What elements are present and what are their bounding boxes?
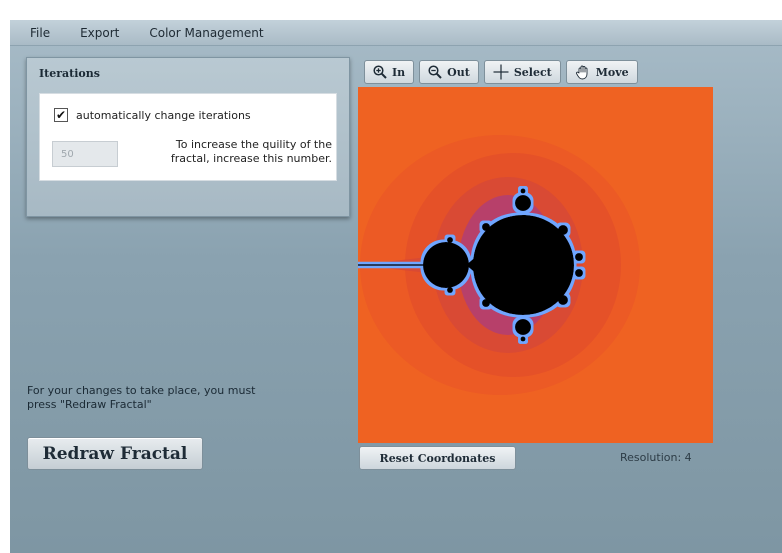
- fractal-app: File Export Color Management Iterations …: [10, 20, 782, 553]
- select-button[interactable]: Select: [483, 60, 561, 84]
- select-label: Select: [513, 65, 552, 79]
- reset-coordinates-button[interactable]: Reset Coordonates: [359, 446, 516, 470]
- redraw-note-line2: press "Redraw Fractal": [27, 398, 152, 411]
- iterations-input[interactable]: [52, 141, 118, 167]
- zoom-in-icon: [373, 65, 387, 79]
- redraw-note-line1: For your changes to take place, you must: [27, 384, 256, 397]
- menu-file[interactable]: File: [30, 26, 50, 40]
- iterations-help-line1: To increase the quility of the: [175, 138, 332, 151]
- auto-iterations-label: automatically change iterations: [76, 108, 251, 122]
- zoom-out-label: Out: [447, 65, 470, 79]
- crosshair-icon: [493, 64, 509, 80]
- menu-color-management[interactable]: Color Management: [149, 26, 263, 40]
- iterations-help-line2: fractal, increase this number.: [170, 152, 332, 165]
- iterations-help: To increase the quility of the fractal, …: [126, 138, 332, 166]
- iterations-inner: ✔ automatically change iterations To inc…: [39, 93, 337, 181]
- canvas-toolbar: In Out Select Move: [364, 60, 638, 84]
- menu-export[interactable]: Export: [80, 26, 119, 40]
- checkmark-icon: ✔: [55, 108, 67, 122]
- iterations-panel: Iterations ✔ automatically change iterat…: [26, 57, 350, 217]
- move-button[interactable]: Move: [565, 60, 638, 84]
- zoom-in-label: In: [392, 65, 406, 79]
- move-label: Move: [595, 65, 629, 79]
- zoom-out-icon: [428, 65, 442, 79]
- redraw-fractal-button[interactable]: Redraw Fractal: [27, 437, 203, 470]
- zoom-out-button[interactable]: Out: [419, 60, 479, 84]
- resolution-label: Resolution: 4: [620, 451, 692, 464]
- hand-icon: [575, 65, 588, 80]
- menu-bar: File Export Color Management: [10, 20, 782, 46]
- auto-iterations-checkbox[interactable]: ✔: [54, 108, 68, 122]
- fractal-canvas[interactable]: [358, 87, 713, 443]
- mandelbrot-image: [358, 87, 713, 443]
- iterations-title: Iterations: [39, 67, 100, 80]
- auto-iterations-row: ✔ automatically change iterations: [54, 108, 251, 122]
- zoom-in-button[interactable]: In: [364, 60, 415, 84]
- redraw-note: For your changes to take place, you must…: [27, 384, 327, 412]
